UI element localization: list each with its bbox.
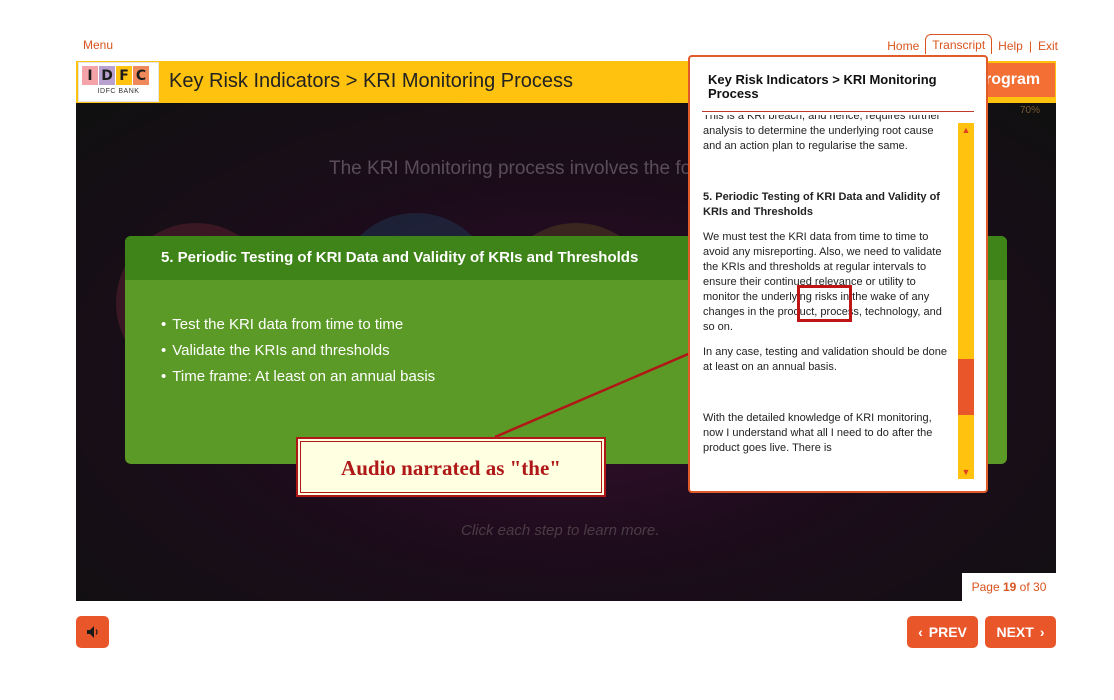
page-total: 30	[1033, 580, 1047, 594]
scroll-thumb[interactable]	[958, 359, 974, 415]
transcript-paragraph: In any case, testing and validation shou…	[703, 346, 947, 373]
transcript-divider	[702, 111, 974, 112]
home-link[interactable]: Home	[887, 39, 919, 53]
scroll-up-icon[interactable]: ▲	[958, 123, 974, 137]
logo-subtitle: IDFC BANK	[97, 88, 140, 95]
prev-label: PREV	[928, 624, 967, 640]
exit-link[interactable]: Exit	[1038, 39, 1058, 53]
page-indicator: Page 19 of 30	[962, 573, 1056, 601]
top-links: Home Transcript Help | Exit	[887, 34, 1058, 54]
callout-text: Audio narrated as "the"	[341, 456, 561, 480]
transcript-tab[interactable]: Transcript	[925, 34, 993, 54]
page-title: Key Risk Indicators > KRI Monitoring Pro…	[169, 70, 574, 92]
audio-button[interactable]	[76, 616, 109, 648]
transcript-paragraph: With the detailed knowledge of KRI monit…	[703, 412, 933, 454]
popup-bullet: Validate the KRIs and thresholds	[161, 342, 435, 359]
page-current: 19	[1002, 580, 1017, 594]
logo-letter: D	[99, 66, 115, 85]
transcript-scrollbar[interactable]: ▲ ▼	[958, 123, 974, 479]
transcript-paragraph: This is a KRI breach, and hence, require…	[703, 115, 941, 152]
idfc-logo: I D F C IDFC BANK	[78, 62, 159, 102]
page-prefix: Page	[971, 580, 1000, 594]
logo-letter: C	[133, 66, 149, 85]
popup-bullets: Test the KRI data from time to time Vali…	[161, 316, 435, 394]
highlight-box	[797, 285, 852, 322]
chevron-left-icon: ‹	[918, 624, 923, 640]
transcript-heading: 5. Periodic Testing of KRI Data and Vali…	[703, 191, 940, 218]
logo-letter: F	[116, 66, 132, 85]
logo-letter: I	[82, 66, 98, 85]
progress-percent: 70%	[1020, 105, 1041, 116]
chevron-right-icon: ›	[1039, 624, 1045, 640]
help-link[interactable]: Help	[998, 39, 1023, 53]
page-of: of	[1019, 580, 1030, 594]
next-button[interactable]: NEXT ›	[985, 616, 1056, 648]
popup-bullet: Time frame: At least on an annual basis	[161, 368, 435, 385]
link-separator: |	[1028, 39, 1032, 53]
program-label: rogram	[985, 63, 1055, 97]
popup-title: 5. Periodic Testing of KRI Data and Vali…	[161, 249, 639, 266]
speaker-icon	[86, 626, 98, 638]
click-hint: Click each step to learn more.	[461, 522, 660, 539]
annotation-callout: Audio narrated as "the"	[296, 437, 606, 497]
intro-text: The KRI Monitoring process involves the …	[329, 158, 692, 179]
menu-link[interactable]: Menu	[83, 38, 113, 52]
scroll-down-icon[interactable]: ▼	[958, 465, 974, 479]
next-label: NEXT	[996, 624, 1034, 640]
prev-button[interactable]: ‹ PREV	[907, 616, 978, 648]
popup-bullet: Test the KRI data from time to time	[161, 316, 435, 333]
transcript-title: Key Risk Indicators > KRI Monitoring Pro…	[708, 72, 937, 101]
transcript-panel: Key Risk Indicators > KRI Monitoring Pro…	[688, 55, 988, 493]
